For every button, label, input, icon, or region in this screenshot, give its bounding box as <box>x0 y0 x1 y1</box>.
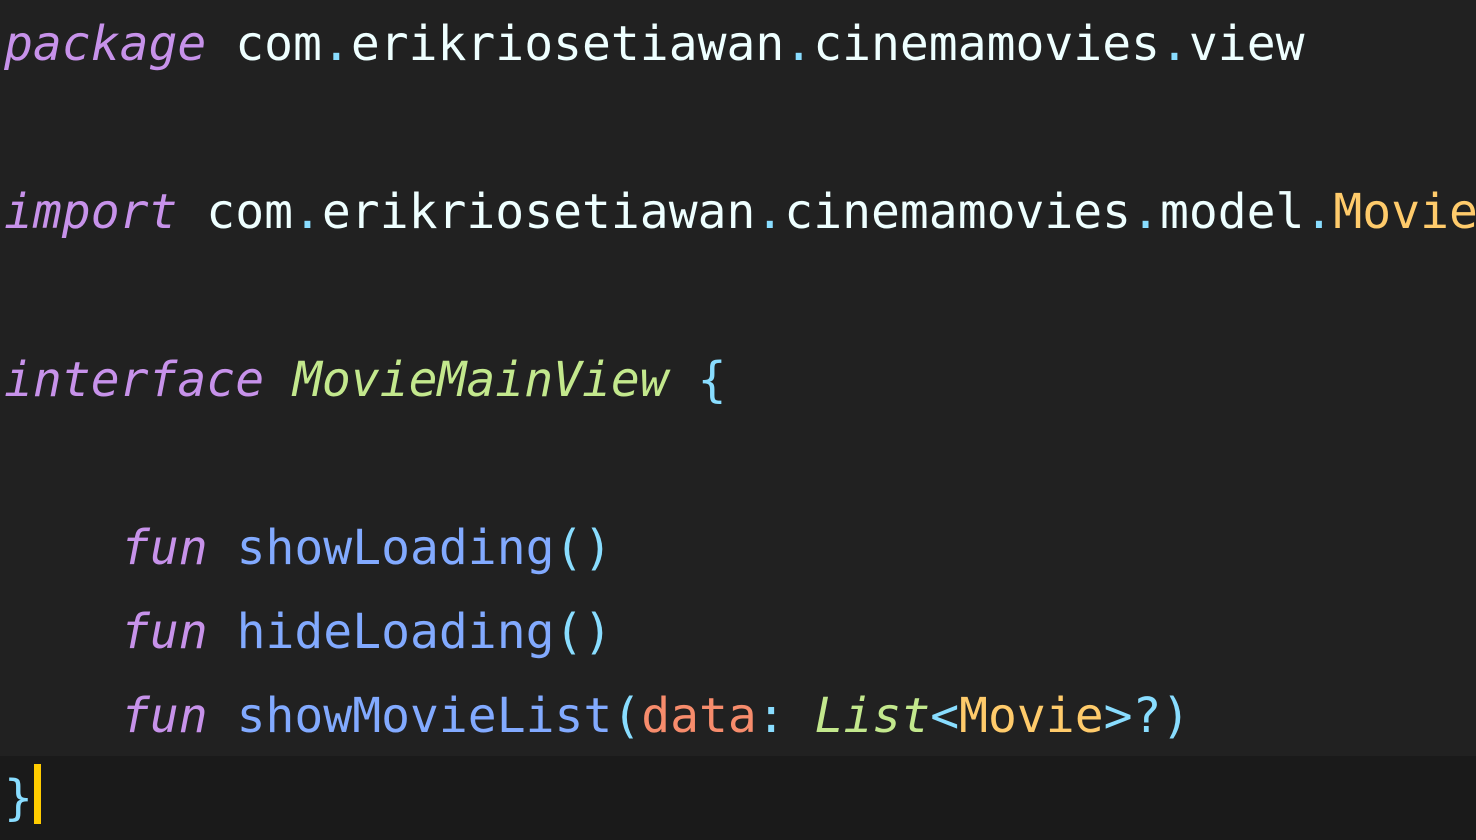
function-name: hideLoading <box>236 604 555 660</box>
code-line-import[interactable]: import com.erikriosetiawan.cinemamovies.… <box>4 170 1476 254</box>
keyword-fun: fun <box>121 520 208 576</box>
keyword-import: import <box>4 184 178 240</box>
dot: . <box>321 16 351 72</box>
package-segment: erikriosetiawan <box>321 184 756 240</box>
parentheses: () <box>554 520 613 576</box>
code-line-interface[interactable]: interface MovieMainView { <box>4 338 727 422</box>
keyword-package: package <box>4 16 207 72</box>
dot: . <box>784 16 814 72</box>
package-segment: view <box>1188 16 1305 72</box>
current-line-highlight <box>0 756 1476 840</box>
function-name: showMovieList <box>236 688 613 744</box>
code-line-package[interactable]: package com.erikriosetiawan.cinemamovies… <box>4 2 1304 86</box>
keyword-fun: fun <box>121 604 208 660</box>
code-line-show-loading[interactable]: fun showLoading() <box>4 506 612 590</box>
code-editor[interactable]: package com.erikriosetiawan.cinemamovies… <box>0 0 1476 840</box>
close-paren: ) <box>1161 688 1191 744</box>
imported-class: Movie <box>1333 184 1476 240</box>
close-brace: } <box>4 770 33 826</box>
parentheses: () <box>554 604 613 660</box>
dot: . <box>1131 184 1160 240</box>
dot: . <box>293 184 322 240</box>
colon: : <box>756 688 815 744</box>
package-segment: com <box>235 16 322 72</box>
keyword-interface: interface <box>4 352 265 408</box>
package-segment: cinemamovies <box>813 16 1160 72</box>
package-segment: erikriosetiawan <box>350 16 785 72</box>
interface-name: MovieMainView <box>293 352 669 408</box>
open-brace: { <box>697 352 727 408</box>
code-line-hide-loading[interactable]: fun hideLoading() <box>4 590 612 674</box>
dot: . <box>1159 16 1189 72</box>
package-segment: model <box>1159 184 1305 240</box>
generic-type: Movie <box>959 688 1104 744</box>
nullable-marker: ? <box>1132 688 1162 744</box>
dot: . <box>1304 184 1334 240</box>
code-line-show-movie-list[interactable]: fun showMovieList(data: List<Movie>?) <box>4 674 1190 758</box>
generic-close: > <box>1103 688 1133 744</box>
code-line-close-brace[interactable]: } <box>4 756 41 840</box>
open-paren: ( <box>612 688 642 744</box>
keyword-fun: fun <box>121 688 208 744</box>
generic-open: < <box>930 688 960 744</box>
dot: . <box>755 184 785 240</box>
parameter-name: data <box>641 688 757 744</box>
type-name: List <box>814 688 931 744</box>
function-name: showLoading <box>236 520 555 576</box>
text-cursor <box>33 764 41 824</box>
package-segment: com <box>206 184 293 240</box>
package-segment: cinemamovies <box>784 184 1132 240</box>
